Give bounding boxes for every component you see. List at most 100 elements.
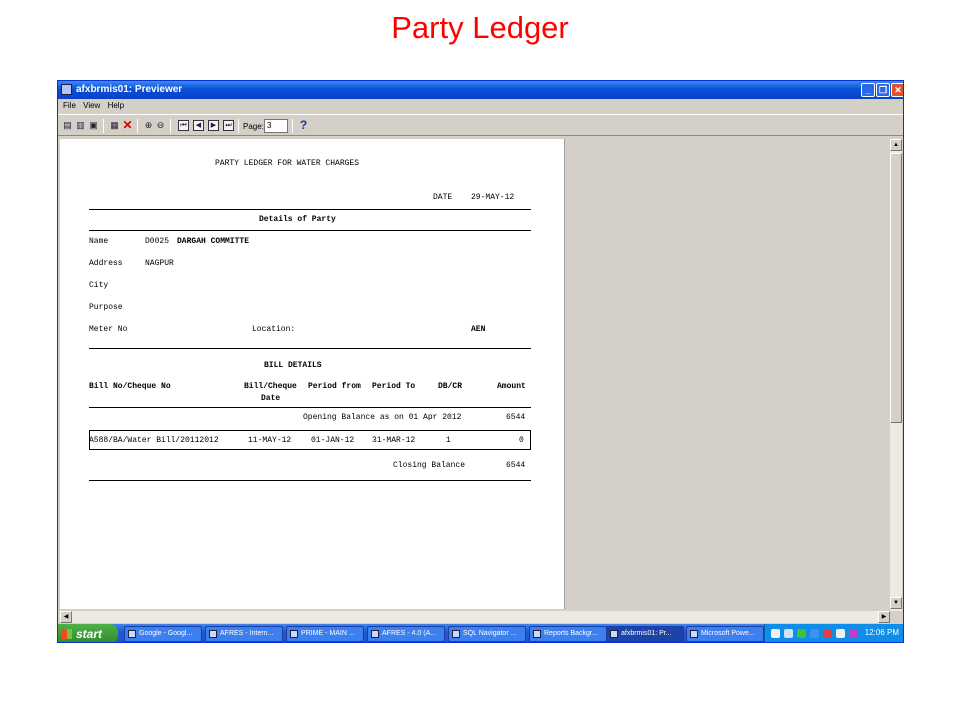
menu-file[interactable]: File <box>63 101 76 110</box>
details-heading: Details of Party <box>259 215 336 224</box>
scroll-up-icon[interactable]: ▲ <box>890 139 902 151</box>
vertical-scrollbar[interactable]: ▲ ▼ <box>890 139 902 611</box>
close-button[interactable]: ✕ <box>891 83 903 97</box>
toolbar: ▤ ▥ ▣ ▦ ✕ ⊕ ⊖ ⏮ ◀ ▶ ⏭ Page: 3 ? <box>58 114 903 136</box>
minimize-button[interactable]: _ <box>861 83 875 97</box>
app-icon <box>610 630 618 638</box>
address-value: NAGPUR <box>145 259 174 268</box>
opening-balance-value: 6544 <box>506 413 526 422</box>
taskbar: start Google - Googl... AFRES - Intern..… <box>58 624 903 642</box>
name-code: D0025 <box>145 237 170 246</box>
divider <box>89 209 531 210</box>
purpose-label: Purpose <box>89 303 123 312</box>
divider <box>89 348 531 349</box>
scroll-thumb[interactable] <box>890 153 902 423</box>
col-bill-date-2: Date <box>261 394 281 403</box>
taskbar-item-google[interactable]: Google - Googl... <box>124 626 202 642</box>
row-dbcr: 1 <box>446 436 451 445</box>
clock: 12:06 PM <box>864 628 899 637</box>
app-icon <box>290 630 298 638</box>
app-icon <box>209 630 217 638</box>
mail-icon[interactable]: ▦ <box>109 120 120 131</box>
divider <box>89 407 531 408</box>
update-tray-icon[interactable] <box>849 629 858 638</box>
antivirus-tray-icon[interactable] <box>823 629 832 638</box>
toolbar-separator <box>170 119 171 133</box>
menu-help[interactable]: Help <box>108 101 124 110</box>
toolbar-separator <box>292 119 293 133</box>
closing-balance-label: Closing Balance <box>393 461 466 470</box>
row-amount: 0 <box>519 436 524 445</box>
taskbar-item-previewer[interactable]: afxbrmis01: Pr... <box>606 626 684 642</box>
taskbar-item-afres-internet[interactable]: AFRES - Intern... <box>205 626 283 642</box>
last-page-icon[interactable]: ⏭ <box>223 120 234 131</box>
bill-details-heading: BILL DETAILS <box>264 361 322 370</box>
help-tray-icon[interactable] <box>771 629 780 638</box>
window-title: afxbrmis01: Previewer <box>76 84 183 95</box>
zoom-in-icon[interactable]: ⊕ <box>143 120 154 131</box>
network-tray-icon[interactable] <box>784 629 793 638</box>
col-dbcr: DB/CR <box>438 382 463 391</box>
taskbar-item-powerpoint[interactable]: Microsoft Powe... <box>686 626 764 642</box>
previewer-window: afxbrmis01: Previewer _ ❐ ✕ File View He… <box>57 80 904 643</box>
taskbar-item-afres-4[interactable]: AFRES - 4.0 (A... <box>367 626 445 642</box>
first-page-icon[interactable]: ⏮ <box>178 120 189 131</box>
row-bill-date: 11-MAY-12 <box>248 436 292 445</box>
report-heading: PARTY LEDGER FOR WATER CHARGES <box>215 159 360 168</box>
system-tray: 12:06 PM <box>764 624 903 642</box>
col-bill-date: Bill/Cheque <box>244 382 297 391</box>
toolbar-separator <box>103 119 104 133</box>
col-amount: Amount <box>497 382 526 391</box>
previous-page-icon[interactable]: ◀ <box>193 120 204 131</box>
meter-label: Meter No <box>89 325 128 334</box>
divider <box>89 480 531 481</box>
name-label: Name <box>89 237 109 246</box>
windows-flag-icon <box>62 629 72 639</box>
divider <box>89 230 531 231</box>
start-label: start <box>76 627 103 641</box>
location-label: Location: <box>252 325 296 334</box>
preview-area: PARTY LEDGER FOR WATER CHARGES DATE 29-M… <box>60 139 890 609</box>
report-page: PARTY LEDGER FOR WATER CHARGES DATE 29-M… <box>60 139 565 609</box>
app-icon <box>533 630 541 638</box>
scroll-left-icon[interactable]: ◀ <box>60 611 72 623</box>
page-number-input[interactable]: 3 <box>264 119 288 133</box>
app-icon <box>61 84 72 95</box>
title-bar[interactable]: afxbrmis01: Previewer _ ❐ ✕ <box>58 81 903 99</box>
row-bill-no: A588/BA/Water Bill/20112012 <box>89 436 219 445</box>
app-icon <box>371 630 379 638</box>
date-value: 29-MAY-12 <box>471 193 515 202</box>
zoom-out-icon[interactable]: ⊖ <box>155 120 166 131</box>
help-icon[interactable]: ? <box>298 119 309 131</box>
scroll-right-icon[interactable]: ▶ <box>878 611 890 623</box>
city-label: City <box>89 281 109 290</box>
slide-title: Party Ledger <box>391 10 569 45</box>
maximize-button[interactable]: ❐ <box>876 83 890 97</box>
close-preview-icon[interactable]: ✕ <box>122 119 133 131</box>
page-label: Page: <box>243 122 264 131</box>
app-icon <box>452 630 460 638</box>
print-icon[interactable]: ▤ <box>62 120 73 131</box>
security-tray-icon[interactable] <box>797 629 806 638</box>
save-icon[interactable]: ▣ <box>88 120 99 131</box>
scroll-down-icon[interactable]: ▼ <box>890 597 902 609</box>
location-value: AEN <box>471 325 486 334</box>
menu-view[interactable]: View <box>83 101 100 110</box>
volume-tray-icon[interactable] <box>836 629 845 638</box>
messenger-tray-icon[interactable] <box>810 629 819 638</box>
taskbar-item-reports-background[interactable]: Reports Backgr... <box>529 626 607 642</box>
page-setup-icon[interactable]: ▥ <box>75 120 86 131</box>
start-button[interactable]: start <box>58 624 118 642</box>
col-bill-no: Bill No/Cheque No <box>89 382 171 391</box>
address-label: Address <box>89 259 123 268</box>
row-period-to: 31-MAR-12 <box>372 436 416 445</box>
horizontal-scrollbar[interactable]: ◀ ▶ <box>60 611 890 623</box>
taskbar-item-prime[interactable]: PRIME - MAIN ... <box>286 626 364 642</box>
next-page-icon[interactable]: ▶ <box>208 120 219 131</box>
taskbar-item-sql-navigator[interactable]: SQL Navigator ... <box>448 626 526 642</box>
date-label: DATE <box>433 193 453 202</box>
name-value: DARGAH COMMITTE <box>177 237 250 246</box>
menu-bar: File View Help <box>58 99 903 113</box>
col-period-from: Period from <box>308 382 361 391</box>
chrome-icon <box>128 630 136 638</box>
